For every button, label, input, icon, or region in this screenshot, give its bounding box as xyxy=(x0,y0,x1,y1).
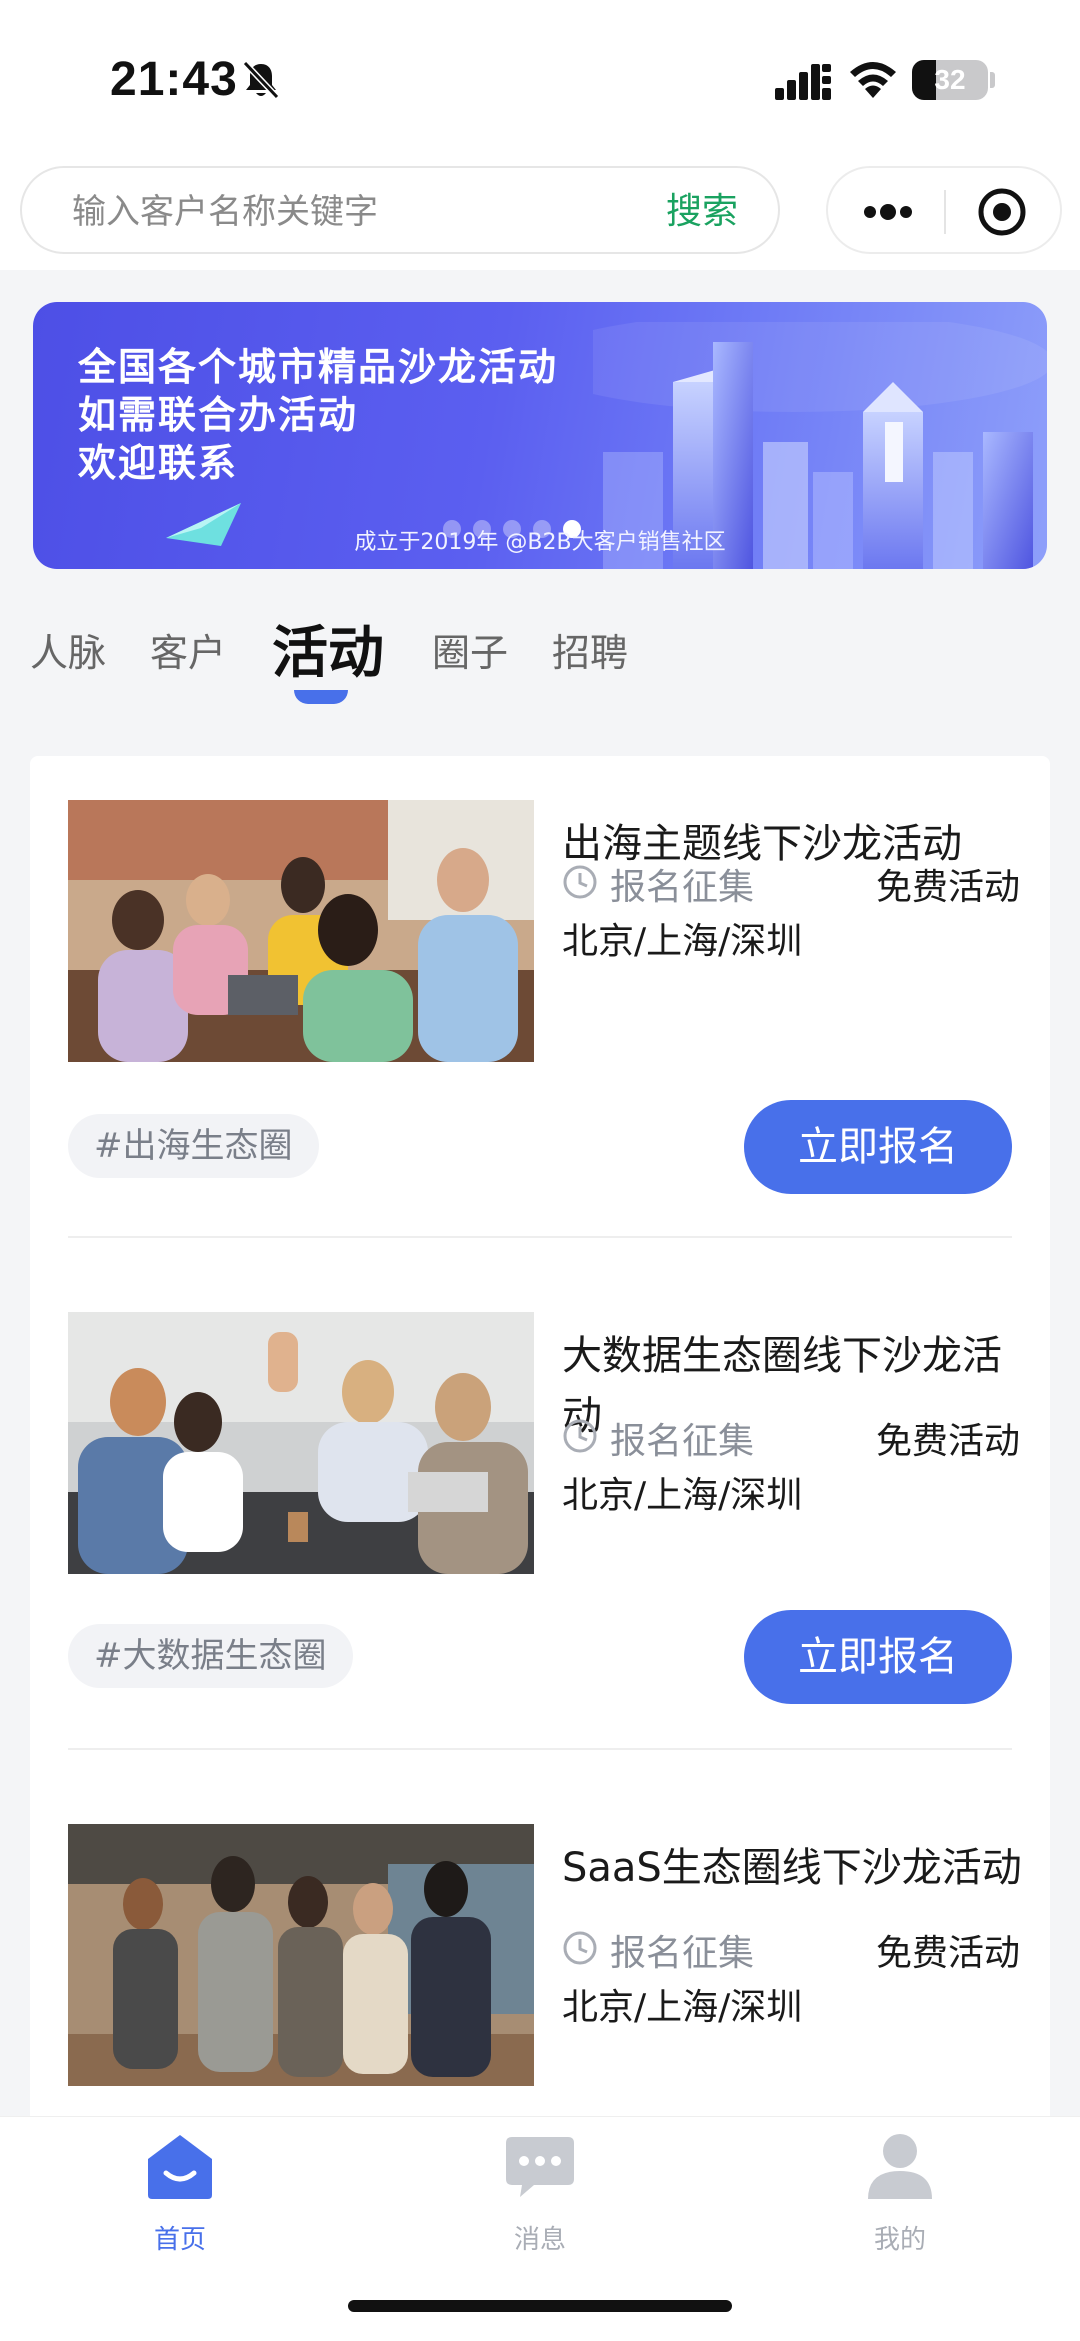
clock-icon xyxy=(563,865,597,899)
search-button[interactable]: 搜索 xyxy=(666,186,738,238)
clock-icon xyxy=(563,1419,597,1453)
capsule-divider xyxy=(944,190,946,234)
event-status: 报名征集 xyxy=(610,1421,755,1462)
more-dots-icon[interactable] xyxy=(858,192,918,232)
search-header: 搜索 xyxy=(0,160,1080,270)
wifi-icon xyxy=(850,62,896,98)
event-status: 报名征集 xyxy=(610,867,755,908)
category-tabs: 人脉 客户 活动 圈子 招聘 xyxy=(0,600,1080,710)
banner-line-3: 欢迎联系 xyxy=(78,440,239,485)
bell-slash-icon xyxy=(242,60,280,100)
search-box[interactable]: 搜索 xyxy=(20,166,780,254)
tab-recruiting[interactable]: 招聘 xyxy=(552,622,628,677)
miniprogram-capsule xyxy=(826,166,1062,254)
event-fee: 免费活动 xyxy=(875,1421,1020,1462)
nav-home[interactable]: 首页 xyxy=(80,2129,280,2259)
event-divider xyxy=(68,1748,1012,1750)
event-meta: 报名征集 免费活动 xyxy=(562,1408,1020,1464)
tab-contacts[interactable]: 人脉 xyxy=(30,622,106,677)
battery-percent: 32 xyxy=(934,64,966,95)
signup-button[interactable]: 立即报名 xyxy=(744,1610,1012,1704)
cellular-signal-icon xyxy=(775,64,831,100)
home-indicator[interactable] xyxy=(348,2300,732,2312)
tab-customers[interactable]: 客户 xyxy=(150,622,226,677)
status-time: 21:43 xyxy=(110,53,238,106)
clock-icon xyxy=(563,1931,597,1965)
event-meta: 报名征集 免费活动 xyxy=(562,1920,1020,1976)
nav-label-home: 首页 xyxy=(153,2225,206,2255)
active-tab-indicator xyxy=(294,690,348,704)
home-icon xyxy=(148,2135,212,2199)
event-status: 报名征集 xyxy=(610,1933,755,1974)
event-image-team-meeting xyxy=(68,800,534,1062)
event-divider xyxy=(68,1236,1012,1238)
message-icon xyxy=(506,2137,574,2197)
search-input[interactable] xyxy=(72,186,632,238)
promo-banner[interactable]: 全国各个城市精品沙龙活动 如需联合办活动 欢迎联系 成立于2019年 @B2B大… xyxy=(33,302,1047,569)
banner-line-1: 全国各个城市精品沙龙活动 xyxy=(78,344,559,389)
signup-button[interactable]: 立即报名 xyxy=(744,1100,1012,1194)
nav-label-profile: 我的 xyxy=(873,2225,926,2255)
event-tag[interactable]: #出海生态圈 xyxy=(68,1114,319,1178)
event-title: SaaS生态圈线下沙龙活动 xyxy=(562,1845,1022,1891)
profile-icon xyxy=(868,2134,932,2199)
event-image-high-five xyxy=(68,1312,534,1574)
battery-nub xyxy=(990,72,995,88)
status-bar: 21:43 32 xyxy=(0,0,1080,160)
event-fee: 免费活动 xyxy=(875,1933,1020,1974)
event-cities: 北京/上海/深圳 xyxy=(562,1987,803,2028)
event-image-office-group xyxy=(68,1824,534,2086)
event-cities: 北京/上海/深圳 xyxy=(562,1475,803,1516)
event-cities: 北京/上海/深圳 xyxy=(562,921,803,962)
nav-profile[interactable]: 我的 xyxy=(800,2129,1000,2259)
tab-circles[interactable]: 圈子 xyxy=(432,622,508,677)
nav-label-messages: 消息 xyxy=(513,2225,566,2255)
event-meta: 报名征集 免费活动 xyxy=(562,854,1020,910)
banner-subtitle: 成立于2019年 @B2B大客户销售社区 xyxy=(354,530,726,555)
event-tag[interactable]: #大数据生态圈 xyxy=(68,1624,353,1688)
banner-line-2: 如需联合办活动 xyxy=(78,392,359,437)
event-list: 出海主题线下沙龙活动 报名征集 免费活动 北京/上海/深圳 #出海生态圈 立即报… xyxy=(30,756,1050,2156)
target-close-icon[interactable] xyxy=(976,186,1028,238)
event-fee: 免费活动 xyxy=(875,867,1020,908)
battery-icon: 32 xyxy=(912,60,988,100)
nav-messages[interactable]: 消息 xyxy=(440,2129,640,2259)
tab-events[interactable]: 活动 xyxy=(272,608,384,689)
